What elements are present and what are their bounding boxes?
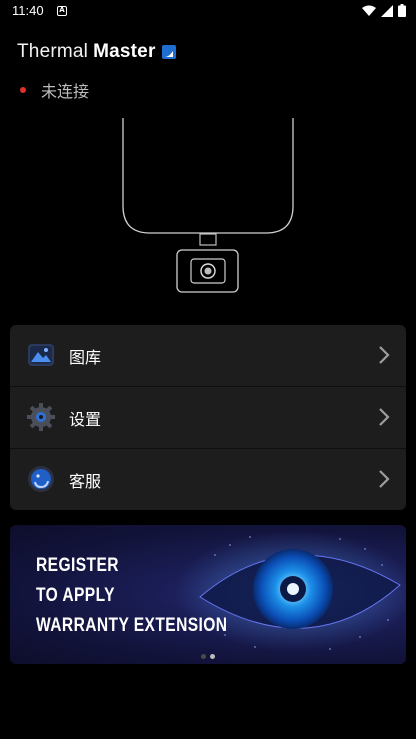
signal-icon [381,4,393,17]
customer-service-icon [28,466,54,492]
connection-status-text: 未连接 [41,82,90,101]
menu-item-label: 客服 [69,471,102,491]
menu-item-settings[interactable]: 设置 [10,387,406,449]
status-icons [362,4,406,17]
connection-status: 未连接 [20,78,89,102]
status-time: 11:40 [12,3,44,18]
menu-item-gallery[interactable]: 图库 [10,325,406,387]
menu-item-label: 设置 [69,409,102,429]
gallery-icon [28,344,54,366]
app-logo: Thermal Master [17,41,176,63]
menu-item-label: 图库 [69,347,102,367]
brand-badge-icon [161,45,176,59]
menu-item-customer-service[interactable]: 客服 [10,449,406,510]
brand-name-light: Thermal [17,41,89,62]
banner-text: REGISTER TO APPLY WARRANTY EXTENSION [36,551,228,641]
menu-card: 图库 设置 客服 [10,325,406,510]
carousel-dot-active[interactable] [210,654,215,659]
phone-with-camera-illustration [122,118,294,293]
chevron-right-icon [379,470,390,488]
battery-icon [398,4,406,17]
banner-line: TO APPLY [36,585,115,606]
banner-line: REGISTER [36,555,119,576]
warranty-banner[interactable]: REGISTER TO APPLY WARRANTY EXTENSION [10,525,406,664]
chevron-right-icon [379,408,390,426]
carousel-dot[interactable] [201,654,206,659]
carousel-indicator [201,654,215,659]
chevron-right-icon [379,346,390,364]
brand-name-bold: Master [93,41,156,62]
wifi-icon [362,5,376,16]
status-dot-icon [20,87,26,93]
banner-line: WARRANTY EXTENSION [36,615,228,636]
status-bar: 11:40 A [0,0,416,24]
notification-icon: A [57,6,67,16]
settings-gear-icon [27,403,55,431]
